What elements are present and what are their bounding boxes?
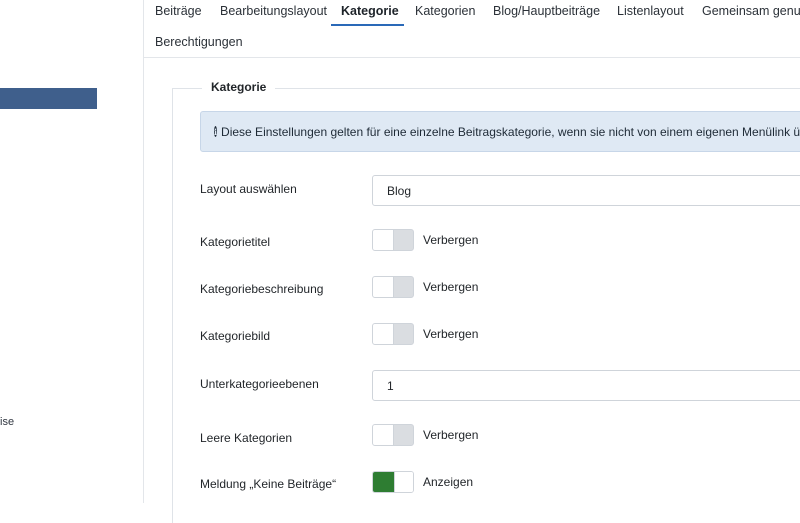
unterkategorieebenen-label: Unterkategorieebenen xyxy=(200,377,319,391)
tab-listenlayout[interactable]: Listenlayout xyxy=(617,4,684,18)
kategorietitel-label: Kategorietitel xyxy=(200,235,271,249)
main-content: Beiträge Bearbeitungslayout Kategorie Ka… xyxy=(144,0,800,523)
keine-beitraege-state: Anzeigen xyxy=(423,475,474,489)
toggle-knob xyxy=(373,277,394,297)
layout-select-value: Blog xyxy=(387,183,412,198)
info-alert: i Diese Einstellungen gelten für eine ei… xyxy=(200,111,800,152)
info-circle-icon: i xyxy=(214,126,218,137)
tab-bar: Beiträge Bearbeitungslayout Kategorie Ka… xyxy=(144,0,800,58)
leere-kategorien-state: Verbergen xyxy=(423,428,479,442)
kategoriebeschreibung-state: Verbergen xyxy=(423,280,479,294)
sidebar: ise xyxy=(0,0,144,503)
sidebar-item-fragment[interactable]: ise xyxy=(0,416,14,428)
tab-beitraege[interactable]: Beiträge xyxy=(155,4,202,18)
keine-beitraege-toggle[interactable] xyxy=(372,471,414,493)
keine-beitraege-label: Meldung „Keine Beiträge“ xyxy=(200,477,337,491)
fieldset-kategorie xyxy=(172,88,800,523)
layout-select[interactable]: Blog xyxy=(372,175,800,206)
layout-label: Layout auswählen xyxy=(200,182,297,196)
kategoriebild-label: Kategoriebild xyxy=(200,329,271,343)
fieldset-legend: Kategorie xyxy=(202,80,276,94)
kategoriebild-toggle[interactable] xyxy=(372,323,414,345)
tab-kategorie[interactable]: Kategorie xyxy=(341,4,399,18)
leere-kategorien-toggle[interactable] xyxy=(372,424,414,446)
active-tab-indicator xyxy=(331,24,404,26)
toggle-fill xyxy=(373,472,394,492)
unterkategorieebenen-value: 1 xyxy=(387,378,394,393)
unterkategorieebenen-select[interactable]: 1 xyxy=(372,370,800,401)
kategorietitel-toggle[interactable] xyxy=(372,229,414,251)
toggle-knob xyxy=(373,230,394,250)
info-alert-text: Diese Einstellungen gelten für eine einz… xyxy=(221,124,800,139)
toggle-knob xyxy=(373,425,394,445)
kategorietitel-state: Verbergen xyxy=(423,233,479,247)
toggle-knob xyxy=(373,324,394,344)
sidebar-active-item[interactable] xyxy=(0,88,97,109)
tab-berechtigungen[interactable]: Berechtigungen xyxy=(155,35,243,49)
tab-bearbeitungslayout[interactable]: Bearbeitungslayout xyxy=(220,4,327,18)
leere-kategorien-label: Leere Kategorien xyxy=(200,431,293,445)
kategoriebeschreibung-label: Kategoriebeschreibung xyxy=(200,282,324,296)
kategoriebeschreibung-toggle[interactable] xyxy=(372,276,414,298)
tab-blog-hauptbeitraege[interactable]: Blog/Hauptbeiträge xyxy=(493,4,600,18)
toggle-knob xyxy=(394,472,413,492)
tab-kategorien[interactable]: Kategorien xyxy=(415,4,475,18)
kategoriebild-state: Verbergen xyxy=(423,327,479,341)
tab-gemeinsam-genutzt[interactable]: Gemeinsam genutz xyxy=(702,4,800,18)
